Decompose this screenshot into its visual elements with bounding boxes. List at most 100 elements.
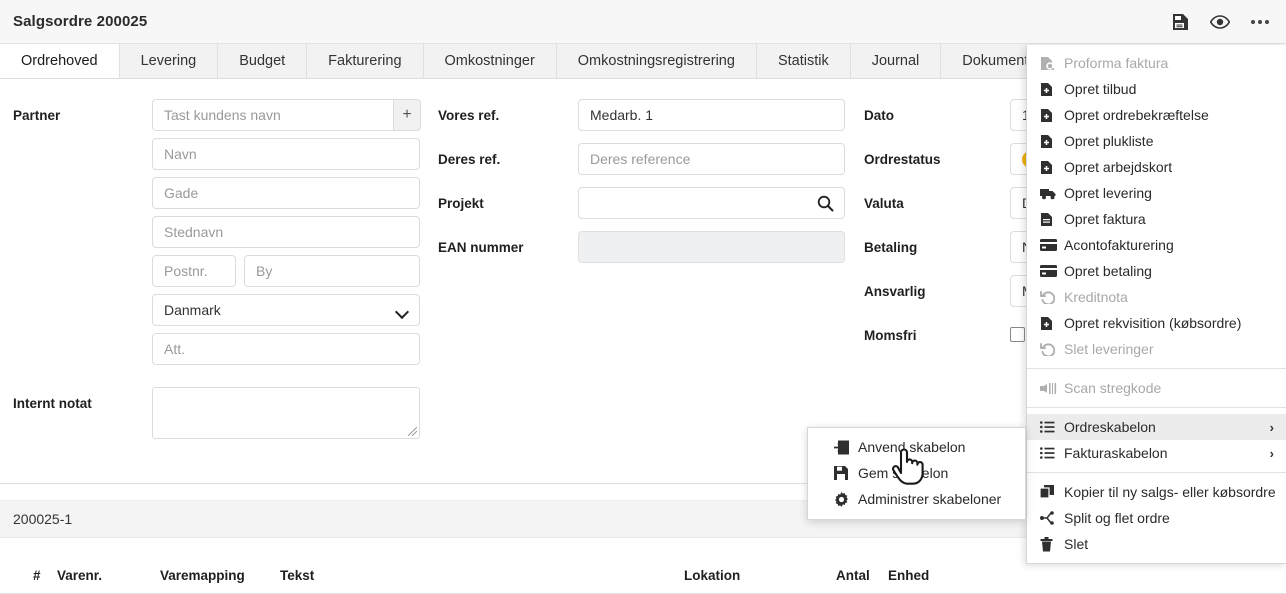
column-header-number: # [33,568,41,583]
split-icon [1040,511,1061,525]
projekt-input[interactable] [578,187,845,219]
customer-name-group: Tast kundens navn + [152,99,421,131]
column-header-varenr: Varenr. [57,568,102,583]
invoice-icon [1040,212,1061,227]
save-document-icon[interactable] [1170,12,1190,32]
tab-omkostningsregistrering[interactable]: Omkostningsregistrering [557,44,757,78]
menu-label: Opret plukliste [1064,133,1153,149]
menu-item-slet-leveringer: Slet leveringer [1027,336,1286,362]
menu-label: Opret faktura [1064,211,1146,227]
tab-journal[interactable]: Journal [851,44,942,78]
more-options-icon[interactable] [1250,12,1270,32]
menu-label: Slet [1064,536,1088,552]
menu-item-opret-plukliste[interactable]: Opret plukliste [1027,128,1286,154]
undo-icon [1040,290,1061,304]
menu-label: Opret tilbud [1064,81,1136,97]
menu-item-fakturaskabelon[interactable]: Fakturaskabelon › [1027,440,1286,466]
menu-label: Opret betaling [1064,263,1152,279]
menu-separator [1027,407,1286,408]
deres-ref-input[interactable]: Deres reference [578,143,845,175]
reference-column: Vores ref. Medarb. 1 Deres ref. Deres re… [430,79,855,263]
column-header-enhed: Enhed [888,568,929,583]
betaling-label: Betaling [855,231,1010,255]
tab-levering[interactable]: Levering [120,44,219,78]
ean-nummer-label: EAN nummer [430,231,578,255]
document-add-icon [1040,160,1061,175]
postnr-input[interactable]: Postnr. [152,255,236,287]
momsfri-label: Momsfri [855,319,1010,343]
salgsordre-window: Salgsordre 200025 [0,0,1286,594]
barcode-scanner-icon [1040,382,1061,395]
menu-item-proforma-faktura: Proforma faktura [1027,50,1286,76]
menu-label: Scan stregkode [1064,380,1161,396]
window-titlebar: Salgsordre 200025 [0,0,1286,44]
menu-item-opret-tilbud[interactable]: Opret tilbud [1027,76,1286,102]
partner-column: Partner Tast kundens navn + Navn Gade St… [0,79,430,439]
document-add-icon [1040,82,1061,97]
by-input[interactable]: By [244,255,420,287]
menu-item-opret-rekvisition[interactable]: Opret rekvisition (købsordre) [1027,310,1286,336]
tab-ordrehoved[interactable]: Ordrehoved [0,44,120,78]
column-header-varemapping: Varemapping [160,568,245,583]
submenu-label: Administrer skabeloner [858,491,1001,507]
tab-budget[interactable]: Budget [218,44,307,78]
menu-label: Acontofakturering [1064,237,1174,253]
menu-label: Opret arbejdskort [1064,159,1172,175]
internt-notat-textarea[interactable] [152,387,420,439]
gade-input[interactable]: Gade [152,177,420,209]
country-value: Danmark [164,302,221,318]
submenu-item-anvend-skabelon[interactable]: Anvend skabelon [808,434,1025,460]
truck-icon [1040,187,1061,200]
momsfri-checkbox[interactable] [1010,327,1025,342]
submenu-item-gem-skabelon[interactable]: Gem skabelon [808,460,1025,486]
menu-label: Split og flet ordre [1064,510,1170,526]
card-icon [1040,239,1061,251]
navn-input[interactable]: Navn [152,138,420,170]
menu-label: Kopier til ny salgs- eller købsordre [1064,484,1276,500]
vores-ref-input[interactable]: Medarb. 1 [578,99,845,131]
menu-item-ordreskabelon[interactable]: Ordreskabelon › [1027,414,1286,440]
titlebar-actions [1170,12,1286,32]
menu-item-scan-stregkode: Scan stregkode [1027,375,1286,401]
country-select[interactable]: Danmark [152,294,420,326]
spacer-label [0,177,152,186]
att-input[interactable]: Att. [152,333,420,365]
vores-ref-label: Vores ref. [430,99,578,123]
spacer-label [0,294,152,303]
menu-item-slet[interactable]: Slet [1027,531,1286,557]
menu-item-kopier-til-ny-ordre[interactable]: Kopier til ny salgs- eller købsordre [1027,479,1286,505]
menu-label: Kreditnota [1064,289,1128,305]
apply-template-icon [834,440,855,455]
menu-item-opret-faktura[interactable]: Opret faktura [1027,206,1286,232]
resize-grip-icon[interactable] [408,427,417,436]
submenu-item-administrer-skabeloner[interactable]: Administrer skabeloner [808,486,1025,512]
card-icon [1040,265,1061,277]
save-floppy-icon [834,466,855,480]
menu-item-acontofakturering[interactable]: Acontofakturering [1027,232,1286,258]
customer-name-input[interactable]: Tast kundens navn [152,99,393,131]
document-add-icon [1040,134,1061,149]
tab-fakturering[interactable]: Fakturering [307,44,423,78]
tab-statistik[interactable]: Statistik [757,44,851,78]
page-title: Salgsordre 200025 [13,13,147,30]
menu-label: Fakturaskabelon [1064,445,1168,461]
chevron-right-icon: › [1270,446,1274,461]
menu-item-opret-betaling[interactable]: Opret betaling [1027,258,1286,284]
projekt-label: Projekt [430,187,578,211]
spacer-label [0,138,152,147]
stednavn-input[interactable]: Stednavn [152,216,420,248]
menu-item-opret-arbejdskort[interactable]: Opret arbejdskort [1027,154,1286,180]
preview-eye-icon[interactable] [1210,12,1230,32]
list-icon [1040,447,1061,459]
add-customer-button[interactable]: + [393,99,421,131]
list-icon [1040,421,1061,433]
document-add-icon [1040,316,1061,331]
menu-item-split-og-flet-ordre[interactable]: Split og flet ordre [1027,505,1286,531]
menu-separator [1027,472,1286,473]
search-icon[interactable] [817,195,834,215]
menu-item-opret-ordrebekraeftelse[interactable]: Opret ordrebekræftelse [1027,102,1286,128]
menu-separator [1027,368,1286,369]
menu-item-opret-levering[interactable]: Opret levering [1027,180,1286,206]
menu-label: Opret ordrebekræftelse [1064,107,1209,123]
tab-omkostninger[interactable]: Omkostninger [424,44,557,78]
